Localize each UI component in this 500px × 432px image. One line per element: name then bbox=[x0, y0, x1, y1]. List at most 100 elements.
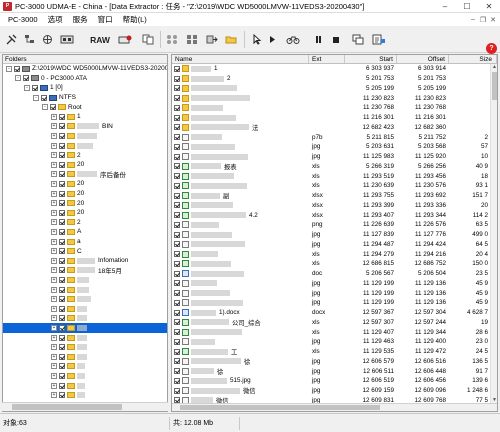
tree-node[interactable]: - 0 - PC3000 ATA bbox=[3, 74, 167, 84]
row-checkbox[interactable] bbox=[174, 104, 180, 111]
collapse-icon[interactable]: - bbox=[42, 104, 48, 111]
help-icon[interactable]: ? bbox=[486, 43, 497, 54]
table-row[interactable]: 微信 jpg 12 609 159 12 609 096 1 248 6 bbox=[172, 386, 490, 396]
tree-node[interactable]: + bbox=[3, 342, 167, 352]
mdi-minimize-button[interactable]: – bbox=[468, 16, 478, 24]
tree-node[interactable]: +20 bbox=[3, 208, 167, 218]
tree-node[interactable]: +20 bbox=[3, 160, 167, 170]
node-checkbox[interactable] bbox=[59, 248, 65, 255]
node-checkbox[interactable] bbox=[59, 334, 65, 341]
row-checkbox[interactable] bbox=[174, 358, 180, 365]
chain-icon[interactable] bbox=[164, 30, 180, 49]
row-checkbox[interactable] bbox=[174, 319, 180, 326]
expand-icon[interactable]: + bbox=[51, 296, 57, 303]
tree-node[interactable]: +2 bbox=[3, 218, 167, 228]
expand-icon[interactable]: + bbox=[51, 276, 57, 283]
expand-icon[interactable]: + bbox=[51, 257, 57, 264]
table-row[interactable]: 4.2 xlsx 11 293 407 11 293 344 114 2 bbox=[172, 210, 490, 220]
row-checkbox[interactable] bbox=[174, 221, 180, 228]
node-checkbox[interactable] bbox=[59, 200, 65, 207]
table-row[interactable]: xls 12 686 815 12 686 752 150 0 bbox=[172, 259, 490, 269]
row-checkbox[interactable] bbox=[174, 299, 180, 306]
expand-icon[interactable]: + bbox=[51, 219, 57, 226]
folders-horizontal-scrollbar[interactable] bbox=[2, 402, 168, 411]
expand-icon[interactable]: + bbox=[51, 315, 57, 322]
row-checkbox[interactable] bbox=[174, 329, 180, 336]
node-checkbox[interactable] bbox=[59, 305, 65, 312]
scroll-up-icon[interactable]: ▲ bbox=[491, 64, 498, 71]
expand-icon[interactable]: + bbox=[51, 238, 57, 245]
tree-node[interactable]: + bbox=[3, 390, 167, 400]
row-checkbox[interactable] bbox=[174, 309, 180, 316]
row-checkbox[interactable] bbox=[174, 182, 180, 189]
table-row[interactable]: xls 11 293 519 11 293 456 18 bbox=[172, 171, 490, 181]
node-checkbox[interactable] bbox=[59, 238, 65, 245]
table-row[interactable]: png 11 226 639 11 226 576 63 5 bbox=[172, 220, 490, 230]
table-row[interactable]: jpg 11 129 463 11 129 400 23 0 bbox=[172, 337, 490, 347]
expand-icon[interactable]: + bbox=[51, 200, 57, 207]
disk-settings-icon[interactable] bbox=[116, 30, 134, 49]
column-header-size[interactable]: Size bbox=[449, 55, 497, 63]
table-row[interactable]: 515.jpg jpg 12 606 519 12 606 456 139 6 bbox=[172, 376, 490, 386]
menu-options[interactable]: 选项 bbox=[43, 14, 68, 25]
expand-icon[interactable]: + bbox=[51, 267, 57, 274]
collapse-icon[interactable]: - bbox=[15, 75, 21, 82]
tree-node[interactable]: + bbox=[3, 285, 167, 295]
table-row[interactable]: 副 xlsx 11 293 755 11 293 692 151 7 bbox=[172, 191, 490, 201]
table-row[interactable]: 报表 xls 5 266 319 5 266 256 40 9 bbox=[172, 162, 490, 172]
scroll-thumb[interactable] bbox=[492, 72, 497, 100]
tree-node[interactable]: + bbox=[3, 141, 167, 151]
expand-icon[interactable]: + bbox=[51, 248, 57, 255]
tree-node[interactable]: - Root bbox=[3, 102, 167, 112]
folder-icon[interactable] bbox=[224, 30, 238, 49]
tree-node[interactable]: + 序后备份 bbox=[3, 170, 167, 179]
node-checkbox[interactable] bbox=[59, 372, 65, 379]
table-row[interactable]: p7b 5 211 815 5 211 752 2 bbox=[172, 132, 490, 142]
expand-icon[interactable]: + bbox=[51, 286, 57, 293]
node-checkbox[interactable] bbox=[59, 286, 65, 293]
mdi-close-button[interactable]: ✕ bbox=[488, 16, 498, 24]
expand-icon[interactable]: + bbox=[51, 382, 57, 389]
table-row[interactable]: 2 5 201 753 5 201 753 bbox=[172, 74, 490, 84]
bike-icon[interactable] bbox=[284, 30, 302, 49]
node-checkbox[interactable] bbox=[59, 228, 65, 235]
grid-icon[interactable] bbox=[184, 30, 200, 49]
row-checkbox[interactable] bbox=[174, 134, 180, 141]
table-row[interactable]: 11 230 823 11 230 823 bbox=[172, 93, 490, 103]
table-row[interactable]: 1 6 303 937 6 303 914 bbox=[172, 64, 490, 74]
node-checkbox[interactable] bbox=[59, 296, 65, 303]
row-checkbox[interactable] bbox=[174, 280, 180, 287]
report-icon[interactable] bbox=[370, 30, 388, 49]
menu-window[interactable]: 窗口 bbox=[93, 14, 118, 25]
node-checkbox[interactable] bbox=[59, 123, 65, 130]
node-checkbox[interactable] bbox=[59, 113, 65, 120]
node-checkbox[interactable] bbox=[59, 353, 65, 360]
table-row[interactable]: jpg 11 127 839 11 127 776 499 0 bbox=[172, 230, 490, 240]
column-header-start[interactable]: Start bbox=[345, 55, 397, 63]
expand-icon[interactable]: + bbox=[51, 324, 57, 331]
expand-icon[interactable]: + bbox=[51, 190, 57, 197]
tree-node[interactable]: + Infomation bbox=[3, 256, 167, 266]
stop-icon[interactable] bbox=[330, 30, 342, 49]
tree-node[interactable]: +18年5月 bbox=[3, 266, 167, 275]
table-row[interactable]: jpg 5 203 631 5 203 568 57 bbox=[172, 142, 490, 152]
files-grid[interactable]: 16 303 937 6 303 914 2 5 201 753 5 201 753 5 … bbox=[172, 64, 497, 404]
minimize-button[interactable]: – bbox=[434, 0, 456, 13]
menu-service[interactable]: 服务 bbox=[68, 14, 93, 25]
copy-icon[interactable] bbox=[140, 30, 156, 49]
node-checkbox[interactable] bbox=[59, 180, 65, 187]
table-row[interactable]: jpg 11 294 487 11 294 424 64 5 bbox=[172, 240, 490, 250]
table-row[interactable]: jpg 11 129 199 11 129 136 45 9 bbox=[172, 288, 490, 298]
cursor-icon[interactable] bbox=[250, 30, 264, 49]
row-checkbox[interactable] bbox=[174, 163, 180, 170]
files-vertical-scrollbar[interactable]: ▲ ▼ bbox=[490, 64, 497, 404]
table-row[interactable]: jpg 11 129 199 11 129 136 45 9 bbox=[172, 279, 490, 289]
node-checkbox[interactable] bbox=[59, 209, 65, 216]
node-checkbox[interactable] bbox=[59, 190, 65, 197]
tree-node[interactable]: - Z:\2019\WDC WD5000LMVW-11VEDS3-20200430 bbox=[3, 64, 167, 74]
column-header-ext[interactable]: Ext bbox=[309, 55, 345, 63]
node-checkbox[interactable] bbox=[59, 267, 65, 274]
table-row[interactable]: doc 5 206 567 5 206 504 23 5 bbox=[172, 269, 490, 279]
node-checkbox[interactable] bbox=[59, 392, 65, 399]
table-row[interactable]: 11 230 768 11 230 768 bbox=[172, 103, 490, 113]
